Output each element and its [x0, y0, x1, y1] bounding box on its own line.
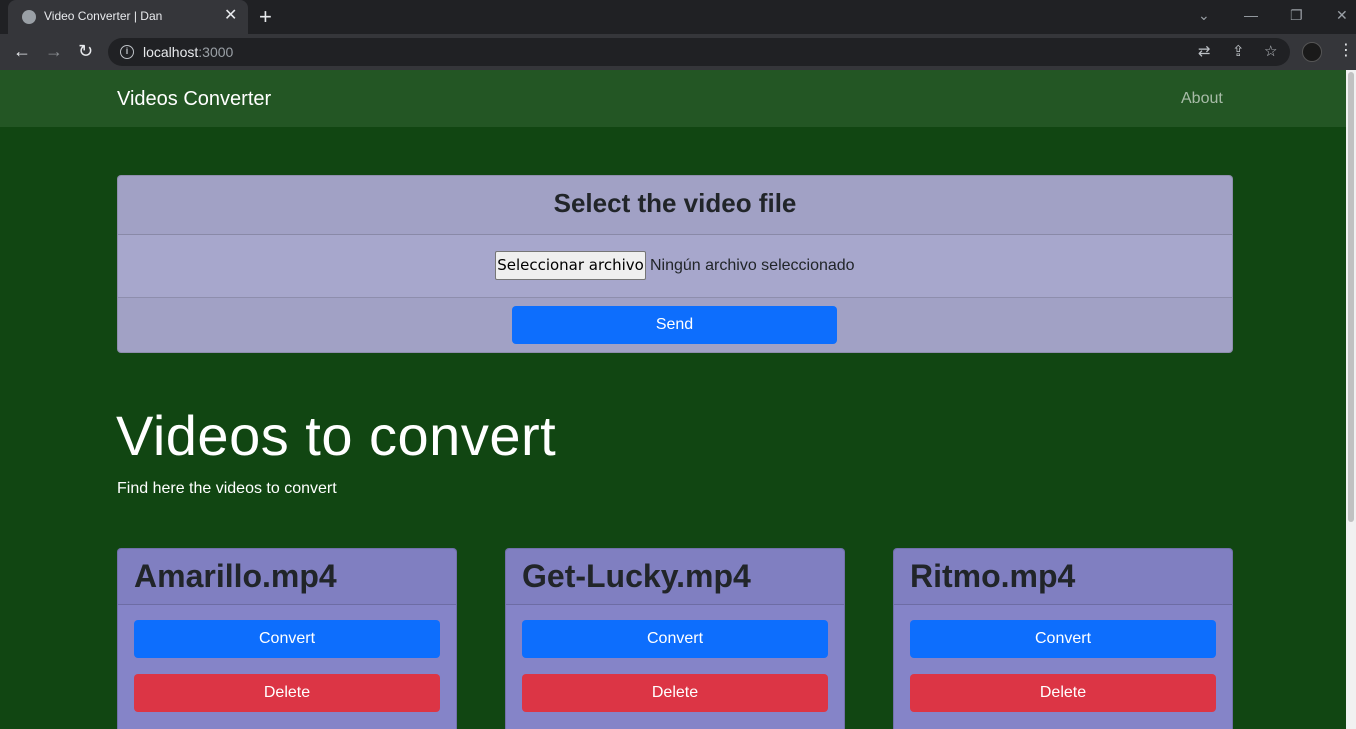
video-card-header: Ritmo.mp4 [894, 549, 1232, 605]
url-port: :3000 [198, 44, 234, 60]
url-host: localhost [143, 44, 199, 60]
close-tab-icon[interactable]: ✕ [224, 6, 237, 26]
navbar-brand[interactable]: Videos Converter [117, 88, 271, 111]
new-tab-icon[interactable]: + [259, 4, 272, 30]
video-card: Ritmo.mp4 Convert Delete [893, 548, 1233, 729]
reload-icon[interactable]: ↻ [78, 40, 93, 62]
site-navbar: Videos Converter About [0, 70, 1346, 127]
upload-card: Select the video file Seleccionar archiv… [117, 175, 1233, 353]
delete-button[interactable]: Delete [134, 674, 440, 712]
nav-link-about[interactable]: About [1181, 90, 1223, 108]
url-text: localhost:3000 [143, 44, 233, 60]
menu-dots-icon[interactable]: ⋮ [1338, 41, 1354, 61]
upload-card-body: Seleccionar archivo Ningún archivo selec… [118, 235, 1232, 298]
scrollbar-thumb[interactable] [1348, 72, 1354, 522]
convert-button[interactable]: Convert [134, 620, 440, 658]
globe-icon [22, 10, 36, 24]
tab-title: Video Converter | Dan [44, 9, 163, 23]
video-name: Ritmo.mp4 [910, 558, 1076, 594]
send-button[interactable]: Send [512, 306, 837, 344]
video-name: Get-Lucky.mp4 [522, 558, 751, 594]
delete-button[interactable]: Delete [522, 674, 828, 712]
info-icon[interactable]: i [120, 45, 134, 59]
page-content: Videos Converter About Select the video … [0, 70, 1346, 729]
address-bar[interactable]: i localhost:3000 ⇄ ⇪ ☆ [108, 38, 1290, 66]
browser-toolbar: ← → ↻ i localhost:3000 ⇄ ⇪ ☆ ⋮ [0, 34, 1356, 70]
close-window-icon[interactable]: ✕ [1336, 6, 1348, 24]
video-card: Get-Lucky.mp4 Convert Delete [505, 548, 845, 729]
browser-tab-bar: Video Converter | Dan ✕ + ⌄ — ❐ ✕ [0, 0, 1356, 34]
minimize-icon[interactable]: — [1244, 6, 1258, 24]
restore-icon[interactable]: ❐ [1290, 6, 1303, 24]
file-select-button[interactable]: Seleccionar archivo [495, 251, 646, 280]
page-scrollbar[interactable] [1346, 70, 1356, 729]
share-icon[interactable]: ⇪ [1232, 43, 1245, 61]
forward-icon[interactable]: → [45, 40, 63, 62]
browser-tab[interactable]: Video Converter | Dan ✕ [8, 0, 248, 34]
upload-card-footer: Send [118, 298, 1232, 352]
convert-button[interactable]: Convert [522, 620, 828, 658]
videos-section-title: Videos to convert [116, 404, 557, 467]
bookmark-star-icon[interactable]: ☆ [1264, 43, 1277, 61]
profile-avatar[interactable] [1302, 42, 1322, 62]
delete-button[interactable]: Delete [910, 674, 1216, 712]
video-card-header: Amarillo.mp4 [118, 549, 456, 605]
file-status-text: Ningún archivo seleccionado [650, 257, 855, 274]
video-card: Amarillo.mp4 Convert Delete [117, 548, 457, 729]
translate-icon[interactable]: ⇄ [1198, 43, 1211, 61]
upload-title: Select the video file [553, 188, 797, 218]
tab-search-icon[interactable]: ⌄ [1198, 6, 1210, 24]
back-icon[interactable]: ← [13, 40, 31, 62]
video-card-header: Get-Lucky.mp4 [506, 549, 844, 605]
video-name: Amarillo.mp4 [134, 558, 337, 594]
videos-section-subtitle: Find here the videos to convert [117, 480, 337, 497]
upload-card-header: Select the video file [118, 176, 1232, 235]
convert-button[interactable]: Convert [910, 620, 1216, 658]
